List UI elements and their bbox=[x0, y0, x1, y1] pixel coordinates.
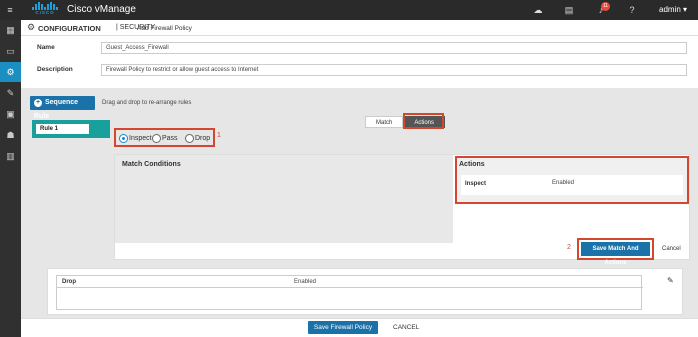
tools-icon[interactable]: ✎ bbox=[0, 83, 21, 103]
callout-1: 1 bbox=[217, 132, 221, 139]
analytics-icon[interactable]: ▥ bbox=[0, 146, 21, 166]
radio-inspect[interactable]: Inspect bbox=[119, 134, 152, 143]
maintenance-icon[interactable]: ▣ bbox=[0, 104, 21, 124]
match-conditions-title: Match Conditions bbox=[122, 161, 181, 168]
default-action-value: Enabled bbox=[294, 279, 317, 285]
save-firewall-policy-button[interactable]: Save Firewall Policy bbox=[308, 321, 378, 334]
action-row: Inspect Enabled bbox=[461, 175, 683, 195]
name-label: Name bbox=[37, 44, 55, 51]
menu-icon[interactable]: ≡ bbox=[5, 5, 15, 15]
dashboard-icon[interactable]: ▦ bbox=[0, 20, 21, 40]
cisco-logo: CISCO bbox=[31, 2, 59, 17]
breadcrumb-section[interactable]: CONFIGURATION bbox=[38, 24, 101, 33]
rule-name-field[interactable]: Rule 1 bbox=[36, 124, 89, 134]
description-label: Description bbox=[37, 66, 73, 73]
cloud-icon[interactable]: ☁ bbox=[533, 5, 543, 15]
drag-hint: Drag and drop to re-arrange rules bbox=[102, 100, 192, 106]
radio-unselected-icon bbox=[152, 134, 161, 143]
actions-tab-highlight bbox=[403, 113, 444, 129]
table-divider bbox=[57, 287, 643, 288]
configuration-icon[interactable]: ⚙ bbox=[0, 62, 21, 82]
action-key: Inspect bbox=[465, 181, 487, 187]
radio-drop[interactable]: Drop bbox=[185, 134, 210, 143]
action-value: Enabled bbox=[552, 180, 575, 186]
page-title: Add Firewall Policy bbox=[137, 25, 192, 32]
gear-icon: ⚙ bbox=[27, 22, 36, 32]
tab-match[interactable]: Match bbox=[365, 116, 404, 128]
sidebar: ▦ ▭ ⚙ ✎ ▣ ☗ ▥ bbox=[0, 20, 21, 337]
radio-unselected-icon bbox=[185, 134, 194, 143]
description-field[interactable]: Firewall Policy to restrict or allow gue… bbox=[101, 64, 687, 76]
clipboard-icon[interactable]: ▤ bbox=[564, 5, 574, 15]
name-field[interactable]: Guest_Access_Firewall bbox=[101, 42, 687, 54]
actions-title: Actions bbox=[459, 161, 485, 168]
default-action-table: Drop Enabled bbox=[56, 275, 643, 310]
actions-panel: Actions Inspect Enabled bbox=[455, 156, 689, 204]
edit-icon[interactable]: ✎ bbox=[667, 276, 674, 285]
notification-badge: 11 bbox=[601, 2, 610, 11]
radio-pass[interactable]: Pass bbox=[152, 134, 178, 143]
save-match-highlight: Save Match And Actions bbox=[577, 238, 654, 266]
logo-text: CISCO bbox=[35, 10, 55, 15]
user-menu[interactable]: admin ▾ bbox=[659, 5, 687, 14]
match-conditions-area: Match Conditions bbox=[115, 155, 453, 243]
cancel-button[interactable]: Cancel bbox=[662, 246, 681, 252]
radio-inspect-label: Inspect bbox=[129, 135, 152, 142]
radio-selected-icon bbox=[119, 134, 128, 143]
save-match-actions-button[interactable]: Save Match And Actions bbox=[581, 242, 650, 266]
sequence-rule-button[interactable]: + Sequence Rule bbox=[30, 96, 95, 120]
plus-icon: + bbox=[34, 99, 42, 107]
callout-2: 2 bbox=[567, 244, 571, 251]
breadcrumb: ⚙ CONFIGURATION | SECURITY Add Firewall … bbox=[21, 20, 698, 36]
policy-form: Name Guest_Access_Firewall Description F… bbox=[21, 36, 698, 88]
top-bar: ≡ CISCO Cisco vManage ☁ ▤ ♪ 11 ? admin ▾ bbox=[0, 0, 698, 20]
monitor-icon[interactable]: ▭ bbox=[0, 41, 21, 61]
radio-drop-label: Drop bbox=[195, 135, 211, 142]
cancel-policy-button[interactable]: CANCEL bbox=[393, 324, 419, 331]
help-icon[interactable]: ? bbox=[627, 5, 637, 15]
administration-icon[interactable]: ☗ bbox=[0, 125, 21, 145]
rule-item[interactable]: Rule 1 bbox=[32, 120, 110, 138]
action-radio-group: Inspect Pass Drop bbox=[114, 128, 215, 147]
radio-pass-label: Pass bbox=[162, 135, 178, 142]
default-action-key: Drop bbox=[62, 279, 76, 285]
app-title: Cisco vManage bbox=[67, 4, 136, 15]
